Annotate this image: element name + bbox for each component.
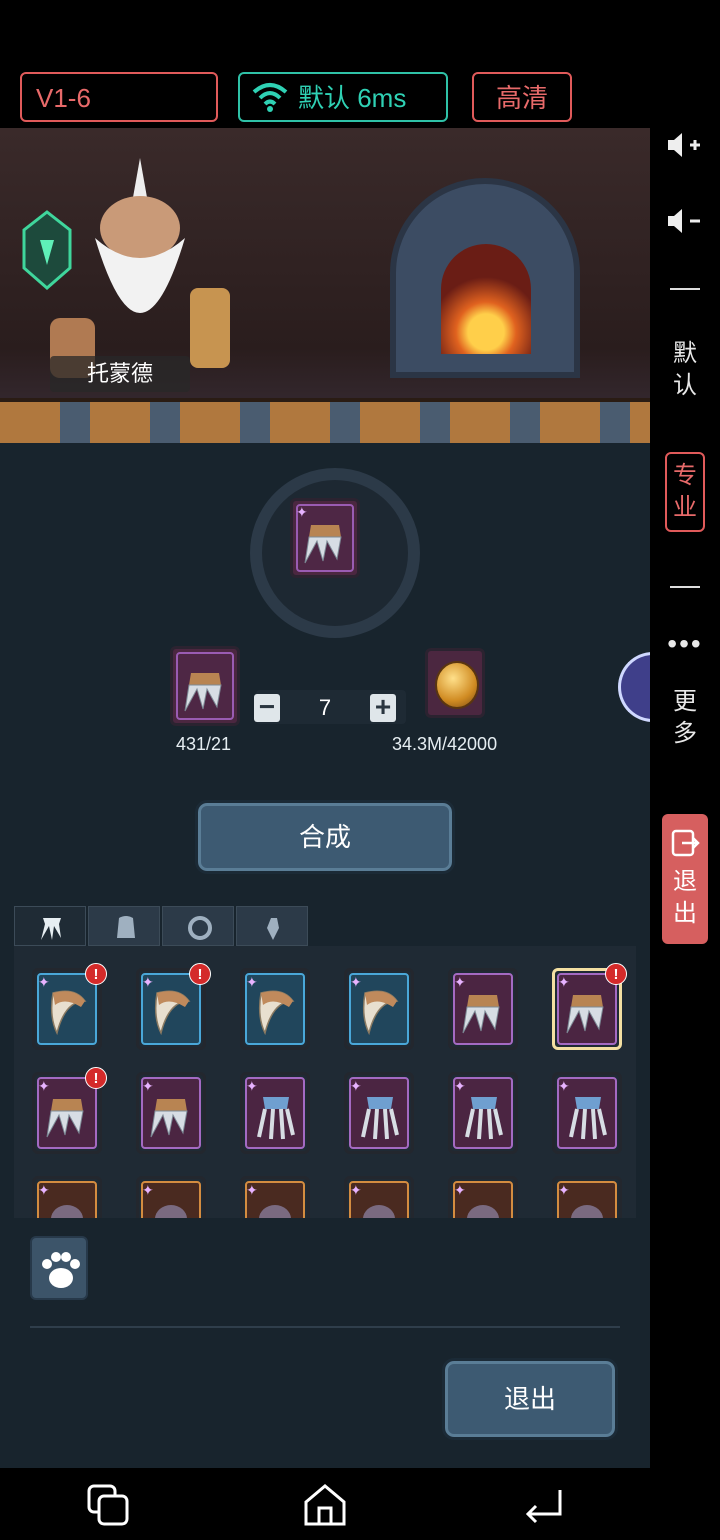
inventory-item[interactable]: ✦ xyxy=(552,1072,622,1154)
talon-icon xyxy=(569,1097,607,1140)
more-button[interactable]: 更多 xyxy=(665,686,705,750)
result-item-slot[interactable]: ✦ xyxy=(290,498,360,578)
exit-button[interactable]: 退出 xyxy=(442,1358,618,1440)
decrease-quantity-button[interactable]: − xyxy=(254,693,280,722)
talon-icon xyxy=(257,1097,295,1140)
tab-accessory[interactable] xyxy=(236,906,308,946)
tab-claw-weapon[interactable] xyxy=(14,906,86,946)
inventory-item[interactable]: ✦ xyxy=(448,1072,518,1154)
inventory-item[interactable]: ✦ xyxy=(344,1176,414,1218)
sidebar-exit-label: 退出 xyxy=(673,868,697,927)
inventory-item[interactable]: ✦ xyxy=(240,968,310,1050)
forge-illustration xyxy=(390,178,580,378)
inventory-item[interactable]: ✦ xyxy=(136,1072,206,1154)
fang-icon xyxy=(50,990,87,1036)
claw-weapon-icon xyxy=(41,918,61,940)
inventory-item[interactable]: ✦! xyxy=(552,963,627,1050)
material-item-slot[interactable] xyxy=(170,646,240,726)
gold-coin-icon xyxy=(435,661,479,709)
fang-icon xyxy=(258,990,295,1036)
claw-icon xyxy=(46,1099,84,1138)
pro-mode-button[interactable]: 专业 xyxy=(665,452,705,532)
coin-cost-slot[interactable] xyxy=(425,648,485,718)
talon-icon xyxy=(361,1097,399,1140)
game-area: 托蒙德 ✦ 431/21 − 7 + 34.3M/42000 合成 ✦ ! ✦ … xyxy=(0,128,650,1468)
wifi-icon xyxy=(252,83,288,112)
version-badge[interactable]: V1-6 xyxy=(20,72,218,122)
item-icon xyxy=(51,1205,83,1218)
more-dots-icon[interactable]: ••• xyxy=(650,628,720,660)
inventory-grid: ✦! ✦! ✦ ✦ ✦ ✦! ✦! ✦ ✦ ✦ ✦ ✦ ✦ ✦ ✦ ✦ ✦ ✦ xyxy=(14,946,636,1218)
item-icon xyxy=(155,1205,187,1218)
inventory-item[interactable]: ✦ xyxy=(344,968,414,1050)
alert-badge: ! xyxy=(189,963,211,985)
volume-up-icon[interactable] xyxy=(650,128,720,162)
blacksmith-scene: 托蒙德 xyxy=(0,128,650,443)
fang-icon xyxy=(362,990,399,1036)
fang-icon xyxy=(154,990,191,1036)
inventory-item[interactable]: ✦ xyxy=(136,1176,206,1218)
claw-icon xyxy=(462,995,500,1034)
ring-icon xyxy=(188,916,212,940)
material-count: 431/21 xyxy=(176,734,232,754)
sidebar-divider xyxy=(670,586,700,588)
scene-floor xyxy=(0,398,650,443)
item-icon xyxy=(259,1205,291,1218)
tab-ring[interactable] xyxy=(162,906,234,946)
inventory-item[interactable]: ✦! xyxy=(136,963,211,1050)
exit-icon xyxy=(671,829,700,857)
quantity-value[interactable]: 7 xyxy=(300,694,350,722)
inventory-item[interactable]: ✦! xyxy=(32,1067,107,1154)
sidebar-divider xyxy=(670,288,700,290)
top-bar: V1-6 默认 6ms 高清 xyxy=(0,60,720,128)
item-icon xyxy=(571,1205,603,1218)
fire-icon xyxy=(441,244,531,354)
paw-icon xyxy=(42,1252,80,1288)
item-icon xyxy=(467,1205,499,1218)
craft-panel: ✦ 431/21 − 7 + 34.3M/42000 xyxy=(10,468,640,788)
inventory-item[interactable]: ✦ xyxy=(240,1072,310,1154)
system-nav-bar xyxy=(0,1468,720,1540)
inventory-item[interactable]: ✦ xyxy=(552,1176,622,1218)
rune-emblem-icon xyxy=(22,210,72,290)
craft-button[interactable]: 合成 xyxy=(195,800,455,874)
claw-icon xyxy=(184,673,222,712)
alert-badge: ! xyxy=(85,963,107,985)
quality-button[interactable]: 高清 xyxy=(472,72,572,122)
sidebar-exit-button[interactable]: 退出 xyxy=(662,814,708,944)
item-icon xyxy=(363,1205,395,1218)
claw-icon xyxy=(150,1099,188,1138)
network-latency-button[interactable]: 默认 6ms xyxy=(238,72,448,122)
alert-badge: ! xyxy=(605,963,627,985)
inventory-item[interactable]: ✦ xyxy=(448,1176,518,1218)
pet-button[interactable] xyxy=(30,1236,88,1300)
volume-down-icon[interactable] xyxy=(650,204,720,238)
divider xyxy=(30,1326,620,1328)
recent-apps-icon[interactable] xyxy=(85,1482,131,1528)
inventory-item[interactable]: ✦ xyxy=(448,968,518,1050)
armor-icon xyxy=(117,916,135,938)
claw-icon xyxy=(304,525,342,564)
coin-count: 34.3M/42000 xyxy=(392,734,498,754)
inventory-item[interactable]: ✦ xyxy=(32,1176,102,1218)
tab-armor[interactable] xyxy=(88,906,160,946)
claw-icon xyxy=(566,995,604,1034)
talon-icon xyxy=(465,1097,503,1140)
home-icon[interactable] xyxy=(302,1482,348,1528)
increase-quantity-button[interactable]: + xyxy=(370,693,396,722)
default-mode-button[interactable]: 默认 xyxy=(665,338,705,402)
back-icon[interactable] xyxy=(520,1482,566,1528)
inventory-item[interactable]: ✦ xyxy=(240,1176,310,1218)
inventory-item[interactable]: ✦! xyxy=(32,963,107,1050)
inventory-item[interactable]: ✦ xyxy=(344,1072,414,1154)
right-sidebar: 默认 专业 ••• 更多 退出 xyxy=(650,128,720,1468)
game-screen: V1-6 默认 6ms 高清 托蒙德 ✦ 431/21 − 7 + 34.3M/… xyxy=(0,0,720,1540)
accessory-icon xyxy=(267,918,279,940)
alert-badge: ! xyxy=(85,1067,107,1089)
npc-name-label: 托蒙德 xyxy=(50,356,190,392)
network-label: 默认 6ms xyxy=(298,83,407,113)
